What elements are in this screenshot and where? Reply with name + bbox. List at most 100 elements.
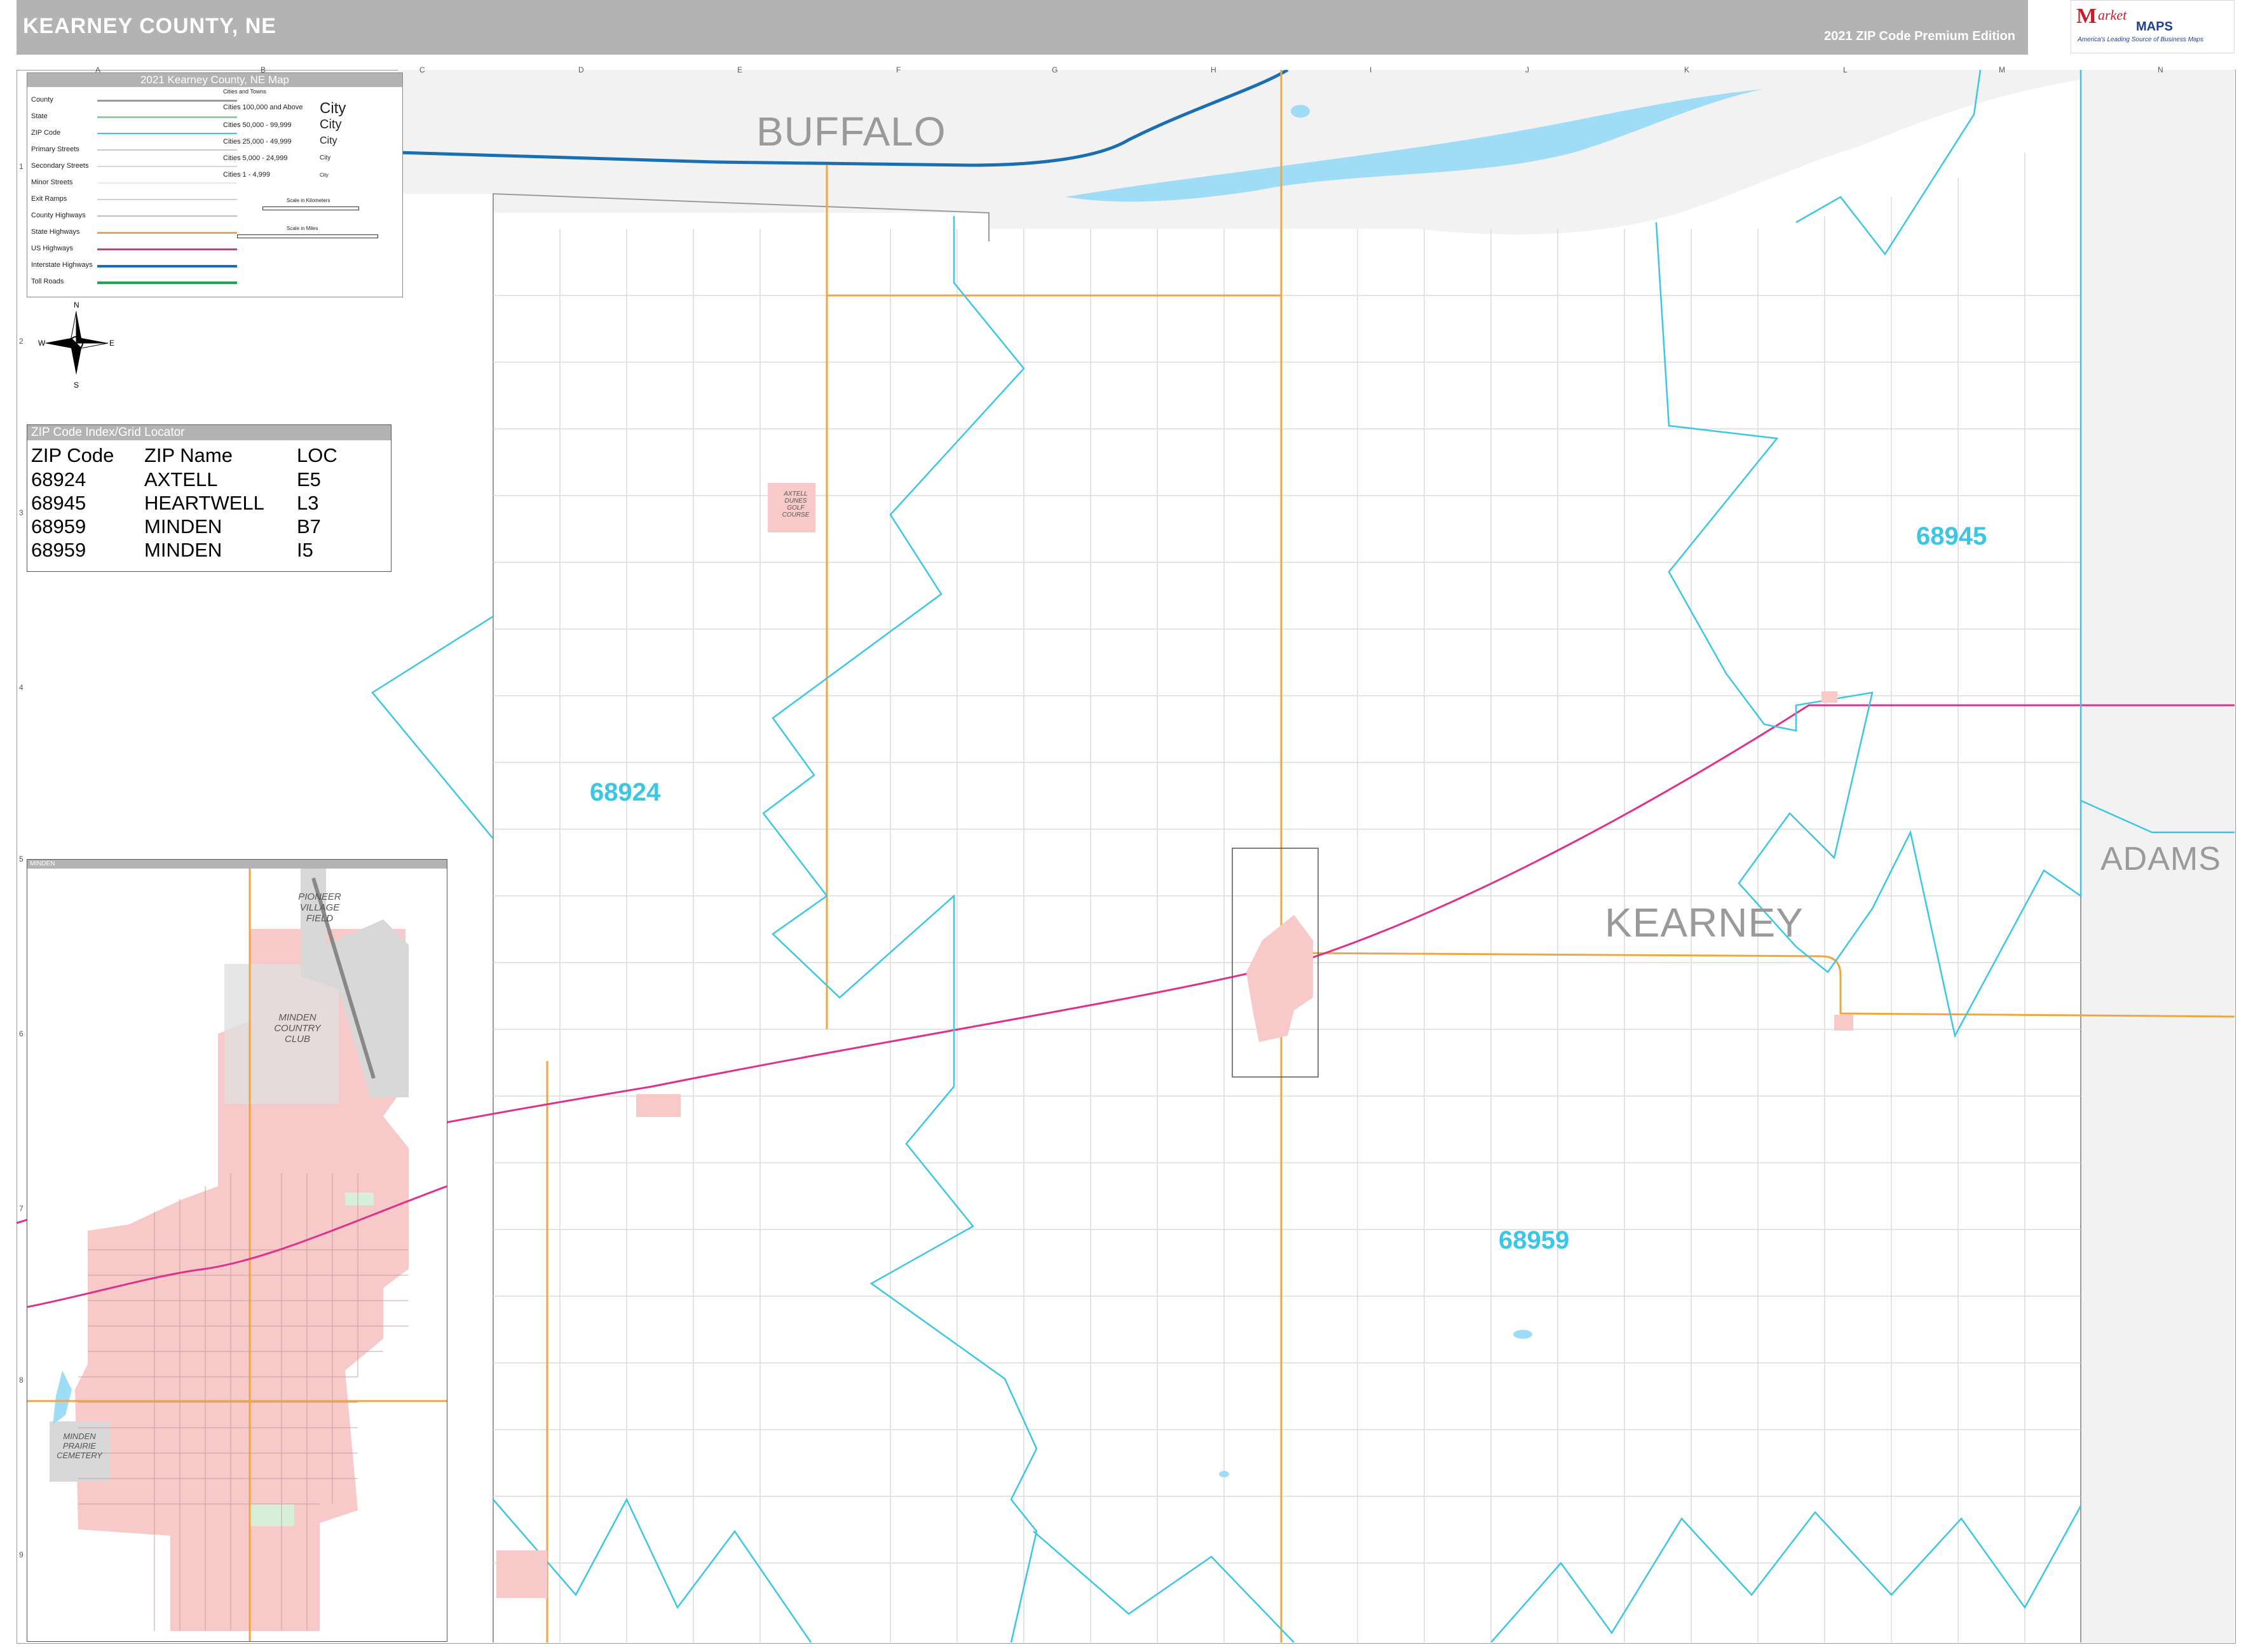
grid-col-H: H <box>1211 65 1216 74</box>
legend-secondary-line <box>97 166 237 167</box>
compass-e: E <box>109 339 114 348</box>
legend-county: County <box>31 96 53 104</box>
zip-index-row-2-name: HEARTWELL <box>144 492 264 514</box>
zip-index-row-3-name: MINDEN <box>144 515 222 538</box>
zip-index-row-4-loc: I5 <box>297 539 313 561</box>
legend-interstate: Interstate Highways <box>31 261 93 269</box>
zip-index-row-4-name: MINDEN <box>144 539 222 561</box>
inset-park-north <box>345 1193 374 1205</box>
compass-w: W <box>38 339 46 348</box>
legend-county-hwy-line <box>97 215 237 217</box>
legend-county-line <box>97 100 237 102</box>
wilcox-town <box>496 1550 547 1598</box>
map-title: KEARNEY COUNTY, NE <box>23 14 276 38</box>
zip-index-header-name: ZIP Name <box>144 444 233 466</box>
inset-label-country-club: MINDEN COUNTRY CLUB <box>274 1012 321 1045</box>
inset-park-south <box>250 1504 294 1526</box>
grid-row-3: 3 <box>19 508 24 517</box>
zip-label-68945: 68945 <box>1916 522 1987 550</box>
grid-row-8: 8 <box>19 1376 24 1385</box>
header-bar: KEARNEY COUNTY, NE 2021 ZIP Code Premium… <box>17 0 2028 55</box>
legend-scale-mi-bar <box>237 234 378 238</box>
logo-arket: arket <box>2098 7 2127 23</box>
minden-town <box>1246 915 1313 1042</box>
county-label-kearney: KEARNEY <box>1605 900 1804 945</box>
grid-col-K: K <box>1684 65 1690 74</box>
zip-label-68924: 68924 <box>590 778 661 806</box>
legend-us-hwy: US Highways <box>31 245 74 252</box>
legend-city-1-sample: City <box>320 172 329 178</box>
grid-col-G: G <box>1052 65 1058 74</box>
legend-scale-mi: Scale in Miles <box>287 226 318 231</box>
zip-index-header-code: ZIP Code <box>31 444 114 466</box>
heartwell-town <box>1821 691 1837 703</box>
zip-index-title: ZIP Code Index/Grid Locator <box>27 425 391 440</box>
compass-n: N <box>74 301 79 309</box>
grid-col-D: D <box>578 65 584 74</box>
legend-city-100k-sample: City <box>320 100 346 117</box>
grid-row-6: 6 <box>19 1029 24 1038</box>
legend-city-5k: Cities 5,000 - 24,999 <box>223 154 288 162</box>
section-grid <box>493 152 2081 1642</box>
axtell-town <box>636 1094 681 1117</box>
legend-zip: ZIP Code <box>31 129 61 137</box>
legend-toll: Toll Roads <box>31 278 64 285</box>
grid-col-M: M <box>1999 65 2005 74</box>
legend-cities-heading: Cities and Towns <box>223 88 266 95</box>
legend-city-50k-sample: City <box>320 118 342 132</box>
grid-row-5: 5 <box>19 855 24 863</box>
legend-zip-line <box>97 133 237 134</box>
state-highways <box>546 70 2235 1642</box>
legend-title: 2021 Kearney County, NE Map <box>27 73 402 87</box>
grid-row-2: 2 <box>19 337 24 346</box>
grid-col-I: I <box>1370 65 1372 74</box>
legend-scale-km: Scale in Kilometers <box>287 198 330 203</box>
legend-toll-line <box>97 281 237 284</box>
zip-label-68959: 68959 <box>1499 1226 1570 1254</box>
legend-county-hwy: County Highways <box>31 212 86 219</box>
edition-label: 2021 ZIP Code Premium Edition <box>1824 29 2015 43</box>
legend-city-25k: Cities 25,000 - 49,999 <box>223 138 292 146</box>
legend-state-hwy-line <box>97 232 237 234</box>
compass-rose: N S E W <box>38 301 114 389</box>
norman-town <box>1834 1015 1853 1031</box>
grid-col-E: E <box>737 65 743 74</box>
legend-primary-line <box>97 149 237 151</box>
legend-city-1: Cities 1 - 4,999 <box>223 171 270 179</box>
legend-interstate-line <box>97 265 237 267</box>
grid-col-J: J <box>1525 65 1529 74</box>
buffalo-county-area <box>398 70 2082 234</box>
legend-state: State <box>31 112 48 120</box>
inset-lake <box>53 1371 72 1425</box>
minden-inset-map[interactable]: MINDEN PIONEER VILLAGE FIELD MINDEN COUN… <box>27 859 447 1642</box>
legend-secondary: Secondary Streets <box>31 162 89 170</box>
grid-row-7: 7 <box>19 1204 24 1213</box>
inset-label-pioneer-field: PIONEER VILLAGE FIELD <box>298 891 341 924</box>
legend-city-25k-sample: City <box>320 135 337 146</box>
zip-boundaries <box>371 70 2235 1642</box>
county-label-adams: ADAMS <box>2100 841 2221 877</box>
golf-course-label: AXTELL DUNES GOLF COURSE <box>782 491 810 518</box>
inset-title: MINDEN <box>27 860 447 869</box>
logo-tagline: America's Leading Source of Business Map… <box>2078 36 2204 43</box>
zip-index-row-1-code: 68924 <box>31 468 86 491</box>
grid-row-9: 9 <box>19 1550 24 1559</box>
buffalo-county-west <box>398 70 493 194</box>
legend-exit-ramps: Exit Ramps <box>31 195 67 203</box>
legend-exit-line <box>97 199 237 200</box>
grid-col-L: L <box>1843 65 1848 74</box>
legend-minor-line <box>97 182 237 184</box>
zip-index-row-1-loc: E5 <box>297 468 321 491</box>
legend-city-50k: Cities 50,000 - 99,999 <box>223 121 292 129</box>
grid-col-F: F <box>896 65 901 74</box>
county-label-buffalo: BUFFALO <box>756 109 946 154</box>
map-legend: 2021 Kearney County, NE Map County State… <box>27 72 403 297</box>
grid-col-C: C <box>419 65 425 74</box>
grid-col-N: N <box>2158 65 2163 74</box>
zip-index-row-1-name: AXTELL <box>144 468 218 491</box>
lakes <box>1219 105 1532 1477</box>
legend-city-5k-sample: City <box>320 154 331 161</box>
logo-m: M <box>2076 4 2097 28</box>
inset-canvas <box>27 869 447 1641</box>
zip-code-index: ZIP Code Index/Grid Locator ZIP Code ZIP… <box>27 424 391 572</box>
